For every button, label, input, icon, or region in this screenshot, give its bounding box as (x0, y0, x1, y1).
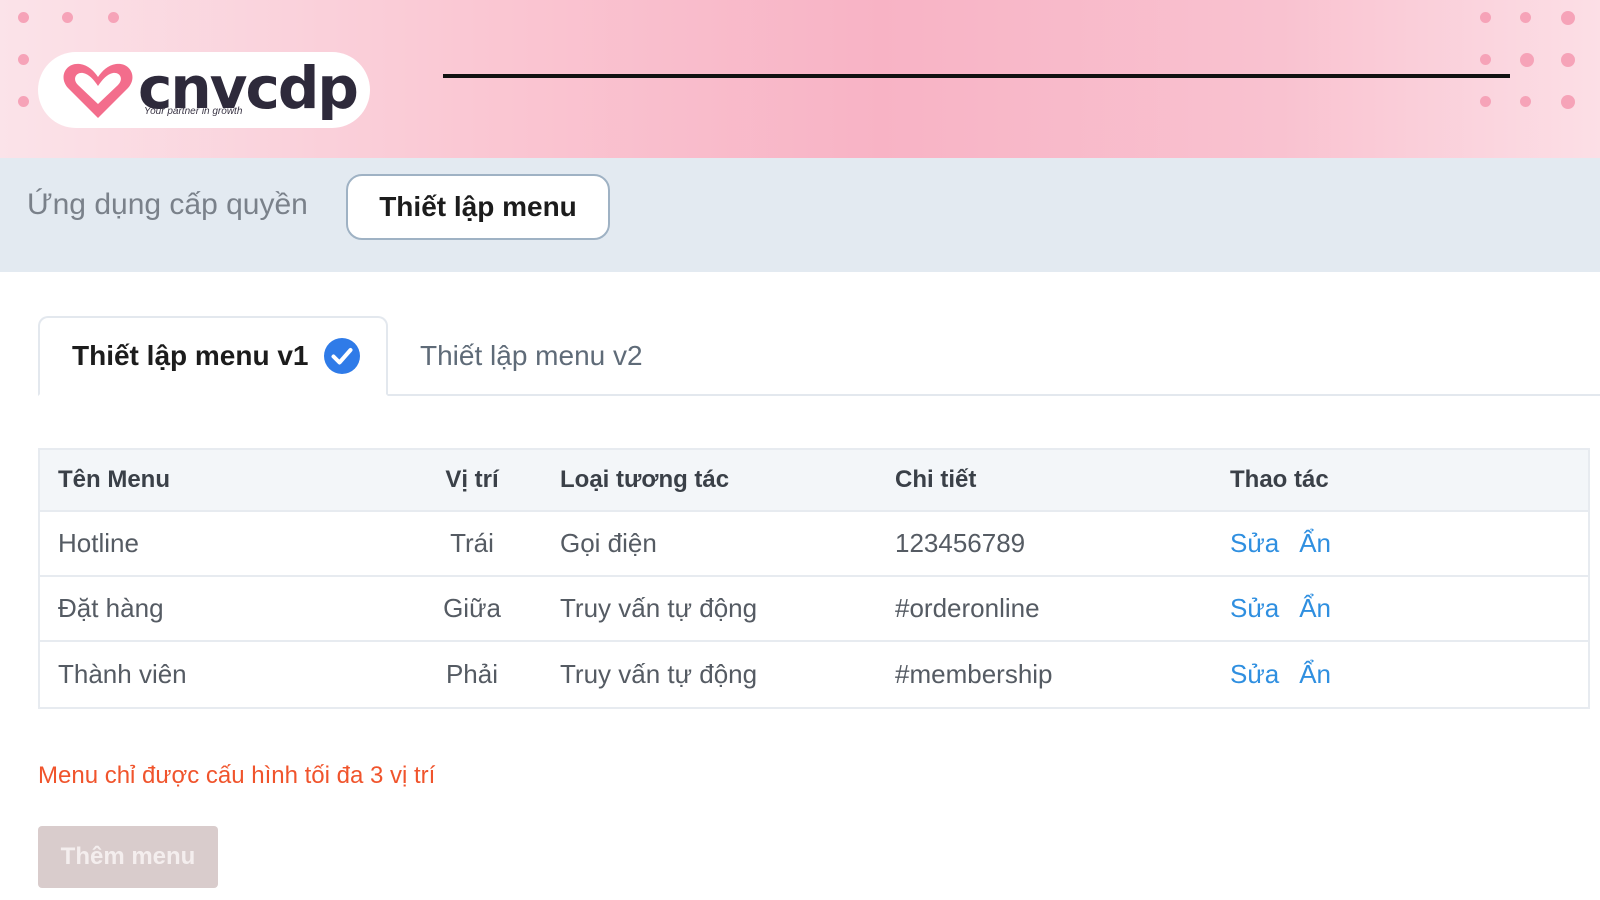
decor-dot (1520, 96, 1531, 107)
tab-menu-v1[interactable]: Thiết lập menu v1 (38, 316, 388, 396)
edit-link[interactable]: Sửa (1230, 593, 1279, 624)
header-divider-line (443, 74, 1510, 78)
table-row: Hotline Trái Gọi điện 123456789 Sửa Ẩn (40, 512, 1588, 577)
decor-dot (18, 96, 29, 107)
decor-dot (62, 12, 73, 23)
check-circle-icon (323, 338, 360, 374)
cell-detail: #membership (895, 659, 1053, 689)
decor-dot (1561, 95, 1575, 109)
add-menu-button[interactable]: Thêm menu (38, 826, 218, 888)
decor-dot (18, 54, 29, 65)
decor-dot (1561, 11, 1575, 25)
decor-dot (18, 12, 29, 23)
cell-actions: Sửa Ẩn (1230, 512, 1351, 575)
column-header-detail: Chi tiết (895, 466, 977, 493)
brand-tagline: Your partner in growth (144, 106, 243, 117)
column-header-type: Loại tương tác (560, 466, 730, 493)
heart-logo-icon (63, 63, 133, 118)
cell-interaction-type: Truy vấn tự động (560, 593, 758, 623)
cell-position: Phải (445, 659, 499, 689)
decor-dot (1520, 53, 1534, 67)
decor-dot (1480, 12, 1491, 23)
cell-detail: 123456789 (895, 528, 1026, 558)
cell-interaction-type: Truy vấn tự động (560, 659, 758, 689)
cell-actions: Sửa Ẩn (1230, 642, 1351, 707)
table-row: Thành viên Phải Truy vấn tự động #member… (40, 642, 1588, 707)
tab-menu-v2[interactable]: Thiết lập menu v2 (420, 316, 643, 396)
decor-dot (1480, 54, 1491, 65)
decor-dot (1561, 53, 1575, 67)
hide-link[interactable]: Ẩn (1299, 659, 1331, 690)
menu-version-tabs: Thiết lập menu v1 Thiết lập menu v2 (38, 316, 1600, 396)
nav-item-menu-settings[interactable]: Thiết lập menu (346, 174, 610, 240)
top-navigation: Ứng dụng cấp quyền Thiết lập menu (0, 158, 1600, 272)
cell-interaction-type: Gọi điện (560, 528, 657, 558)
table-row: Đặt hàng Giữa Truy vấn tự động #orderonl… (40, 577, 1588, 642)
column-header-name: Tên Menu (58, 466, 170, 493)
column-header-position: Vị trí (445, 466, 499, 493)
hide-link[interactable]: Ẩn (1299, 528, 1331, 559)
decor-dot (1520, 12, 1531, 23)
header-banner: cnvcdp Your partner in growth (0, 0, 1600, 158)
tab-menu-v1-label: Thiết lập menu v1 (72, 340, 309, 371)
menu-table: Tên Menu Vị trí Loại tương tác Chi tiết … (38, 448, 1590, 709)
menu-limit-warning: Menu chỉ được cấu hình tối đa 3 vị trí (38, 762, 436, 789)
column-header-actions: Thao tác (1230, 466, 1329, 493)
cell-actions: Sửa Ẩn (1230, 577, 1351, 640)
decor-dot (108, 12, 119, 23)
edit-link[interactable]: Sửa (1230, 528, 1279, 559)
hide-link[interactable]: Ẩn (1299, 593, 1331, 624)
edit-link[interactable]: Sửa (1230, 659, 1279, 690)
cell-menu-name: Thành viên (58, 659, 187, 689)
decor-dot (1480, 96, 1491, 107)
cell-detail: #orderonline (895, 593, 1040, 623)
nav-item-app-permissions[interactable]: Ứng dụng cấp quyền (27, 188, 308, 222)
cell-position: Trái (450, 528, 494, 558)
cell-position: Giữa (443, 593, 501, 623)
brand-logo[interactable]: cnvcdp Your partner in growth (38, 52, 370, 128)
cell-menu-name: Đặt hàng (58, 593, 164, 623)
cell-menu-name: Hotline (58, 528, 139, 558)
table-header: Tên Menu Vị trí Loại tương tác Chi tiết … (40, 450, 1588, 512)
